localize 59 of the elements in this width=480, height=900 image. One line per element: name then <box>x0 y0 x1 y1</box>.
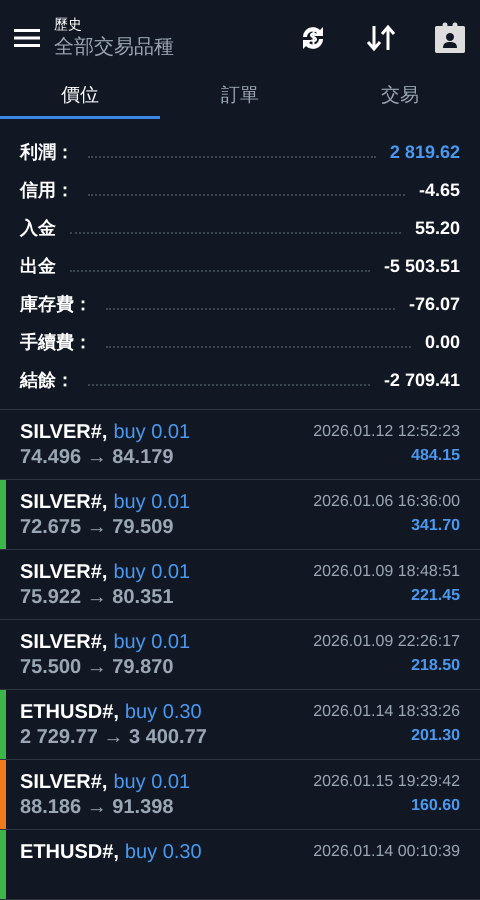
summary-value: -2 709.41 <box>384 368 460 392</box>
trade-row[interactable]: SILVER#, buy 0.01 88.186 → 91.398 2026.01.15 19:29:42 160.60 <box>0 760 480 830</box>
symbol-filter[interactable]: 全部交易品種 <box>54 32 298 61</box>
trade-prices: 75.500 → 79.870 <box>20 655 174 680</box>
trade-side: buy 0.01 <box>113 420 190 444</box>
trade-symbol: SILVER#, <box>20 420 108 444</box>
trade-symbol: SILVER#, <box>20 490 108 514</box>
trade-profit: 218.50 <box>411 656 460 676</box>
trade-symbol: ETHUSD#, <box>20 840 119 864</box>
trade-symbol: ETHUSD#, <box>20 700 119 724</box>
trade-symbol: SILVER#, <box>20 770 108 794</box>
trade-time: 2026.01.09 22:26:17 <box>313 632 460 652</box>
trade-time: 2026.01.14 00:10:39 <box>313 842 460 862</box>
trade-time: 2026.01.14 18:33:26 <box>313 702 460 722</box>
trade-row[interactable]: ETHUSD#, buy 0.30 2026.01.14 00:10:39 <box>0 830 480 900</box>
trade-prices: 74.496 → 84.179 <box>20 445 174 470</box>
trade-side: buy 0.01 <box>113 770 190 794</box>
summary-value: 2 819.62 <box>390 140 460 164</box>
summary-label: 結餘： <box>20 368 74 392</box>
trade-side: buy 0.01 <box>113 490 190 514</box>
trade-time: 2026.01.15 19:29:42 <box>313 772 460 792</box>
summary-value: 55.20 <box>414 216 460 240</box>
screen-title: 歷史 <box>54 14 83 33</box>
summary-label: 信用： <box>20 178 74 202</box>
trade-prices: 2 729.77 → 3 400.77 <box>20 725 207 750</box>
summary-value: -5 503.51 <box>384 254 460 278</box>
trade-time: 2026.01.12 12:52:23 <box>313 422 460 442</box>
trade-profit: 201.30 <box>411 726 460 746</box>
summary-label: 手續費： <box>20 330 92 354</box>
menu-icon[interactable] <box>14 28 40 48</box>
trade-profit: 221.45 <box>411 586 460 606</box>
tab[interactable]: 價位 <box>0 76 160 119</box>
tab[interactable]: 訂單 <box>160 76 320 119</box>
trade-side: buy 0.30 <box>124 840 202 864</box>
trade-row[interactable]: ETHUSD#, buy 0.30 2 729.77 → 3 400.77 2026.01.14 18:33:26 201.30 <box>0 690 480 760</box>
trade-prices: 88.186 → 91.398 <box>20 795 174 820</box>
trade-symbol: SILVER#, <box>20 630 108 654</box>
trade-side: buy 0.30 <box>124 700 202 724</box>
tab[interactable]: 交易 <box>320 76 480 119</box>
summary-value: -4.65 <box>418 178 460 202</box>
trade-row[interactable]: SILVER#, buy 0.01 72.675 → 79.509 2026.01.06 16:36:00 341.70 <box>0 480 480 550</box>
trade-prices: 75.922 → 80.351 <box>20 585 174 610</box>
trade-prices: 72.675 → 79.509 <box>20 515 174 540</box>
trade-profit: 484.15 <box>411 446 460 466</box>
trade-side: buy 0.01 <box>113 630 190 654</box>
summary-label: 利潤： <box>20 140 74 164</box>
trade-profit: 341.70 <box>411 516 460 536</box>
contact-card-icon[interactable] <box>434 22 466 54</box>
trade-profit: 160.60 <box>411 796 460 816</box>
trade-side: buy 0.01 <box>113 560 190 584</box>
summary-label: 出金 <box>20 254 56 278</box>
summary-value: -76.07 <box>408 292 460 316</box>
summary-value: 0.00 <box>424 330 460 354</box>
trade-time: 2026.01.06 16:36:00 <box>313 492 460 512</box>
sort-icon[interactable] <box>366 24 396 52</box>
trade-time: 2026.01.09 18:48:51 <box>313 562 460 582</box>
summary-label: 入金 <box>20 216 56 240</box>
summary-label: 庫存費： <box>20 292 92 316</box>
trade-symbol: SILVER#, <box>20 560 108 584</box>
